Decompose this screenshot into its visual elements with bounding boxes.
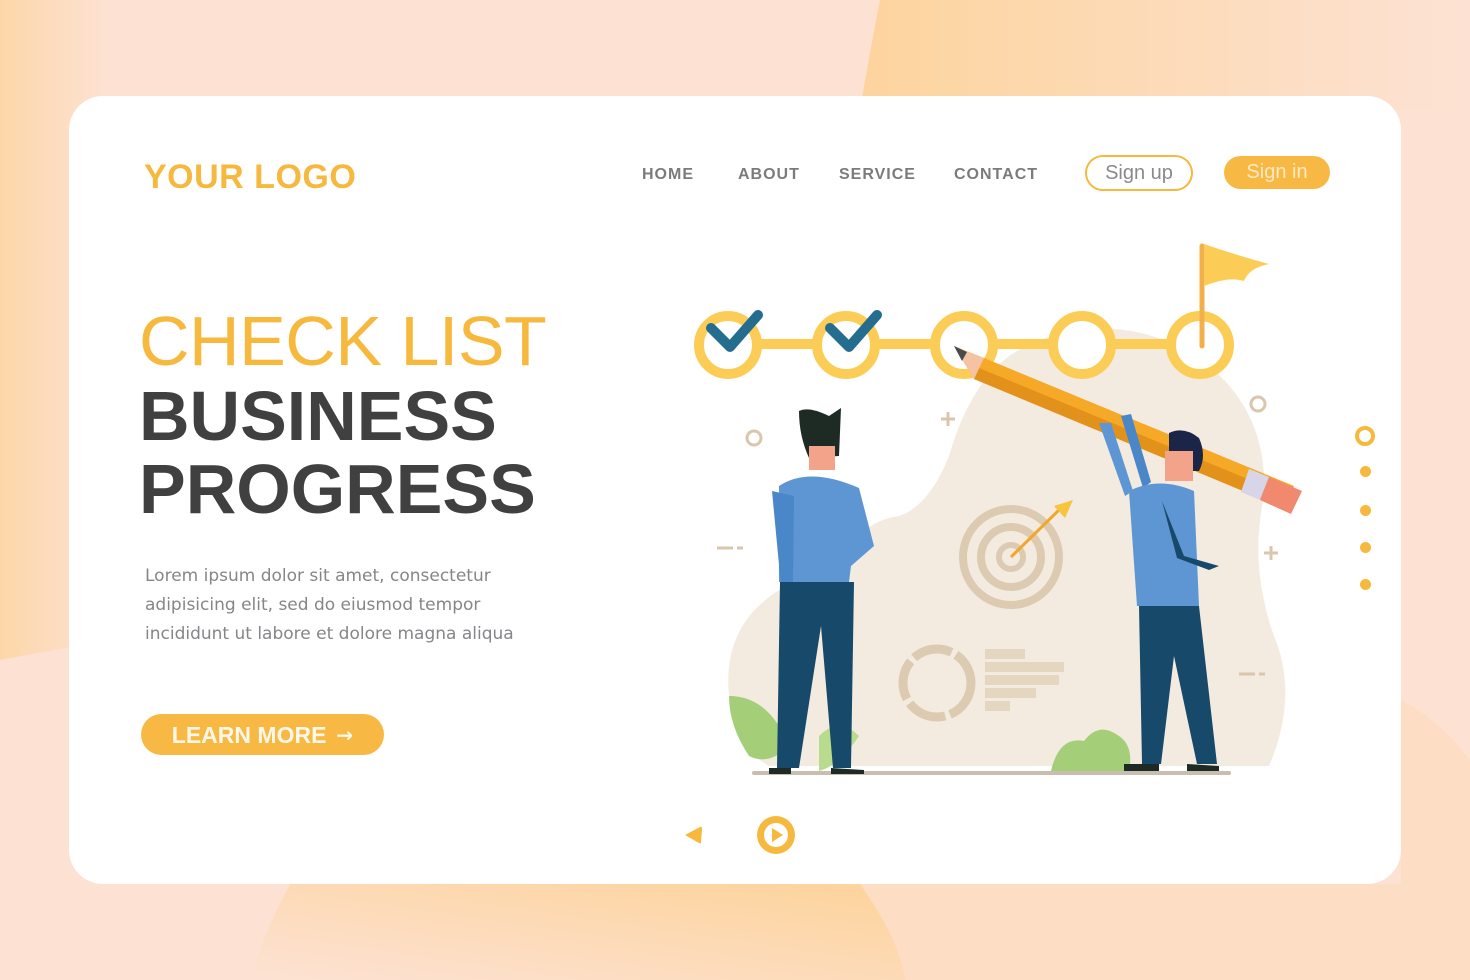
triangle-left-icon[interactable] [683, 824, 703, 846]
pagination-dot[interactable] [1360, 505, 1371, 516]
pagination-dot[interactable] [1360, 542, 1371, 553]
pagination-dot-active[interactable] [1355, 426, 1375, 446]
decor-circle [745, 429, 763, 447]
illustration-blob-white [851, 408, 929, 510]
pagination-dot[interactable] [1360, 579, 1371, 590]
flag-icon [1204, 244, 1269, 286]
hero-illustration [694, 243, 1302, 775]
landing-card: YOUR LOGO HOME ABOUT SERVICE CONTACT Sig… [69, 96, 1401, 884]
decor-circle [1249, 395, 1267, 413]
plus-icon [1264, 546, 1278, 560]
pagination-dot[interactable] [1360, 466, 1371, 477]
plus-icon [941, 412, 955, 426]
step-circle [1048, 311, 1116, 379]
play-circle-icon[interactable] [756, 815, 796, 855]
